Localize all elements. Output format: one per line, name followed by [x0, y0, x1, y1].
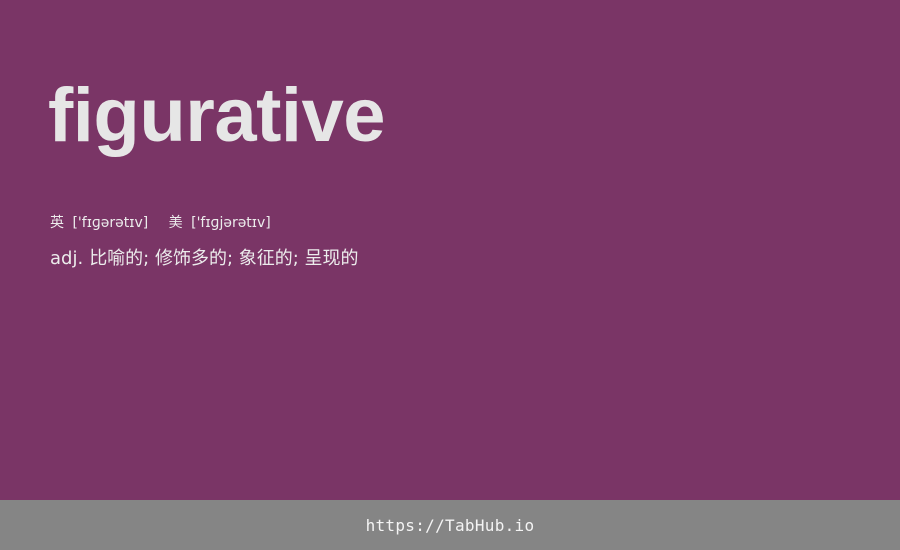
phonetic-us: 美 ['fɪɡjərətɪv] — [169, 213, 271, 233]
part-of-speech: adj. — [50, 248, 84, 269]
phonetic-uk-ipa: ['fɪɡərətɪv] — [72, 215, 149, 231]
word-card: figurative 英 ['fɪɡərətɪv] 美 ['fɪɡjərətɪv… — [0, 0, 900, 500]
footer-bar: https://TabHub.io — [0, 500, 900, 550]
definition-text: 比喻的; 修饰多的; 象征的; 呈现的 — [89, 248, 359, 269]
tabhub-link[interactable]: https://TabHub.io — [366, 516, 535, 535]
phonetic-us-ipa: ['fɪɡjərətɪv] — [191, 215, 271, 231]
phonetic-uk-label: 英 — [50, 215, 64, 231]
definition-line: adj. 比喻的; 修饰多的; 象征的; 呈现的 — [50, 246, 359, 272]
phonetic-us-label: 美 — [168, 215, 183, 231]
headword: figurative — [48, 73, 386, 158]
phonetic-uk: 英 ['fɪɡərətɪv] — [50, 213, 148, 233]
phonetics-row: 英 ['fɪɡərətɪv] 美 ['fɪɡjərətɪv] — [50, 213, 271, 233]
